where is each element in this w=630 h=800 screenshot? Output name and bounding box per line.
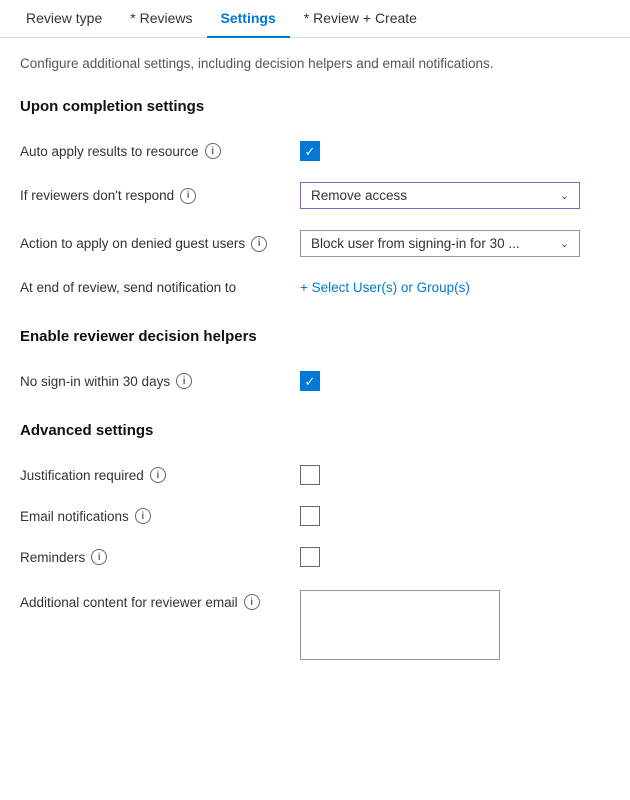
- email-notifications-label: Email notifications i: [20, 508, 300, 524]
- if-reviewers-info-icon[interactable]: i: [180, 188, 196, 204]
- email-notifications-control: [300, 506, 610, 526]
- select-users-link[interactable]: + Select User(s) or Group(s): [300, 280, 470, 295]
- auto-apply-control: ✓: [300, 141, 610, 161]
- justification-row: Justification required i: [20, 455, 610, 496]
- tab-reviews[interactable]: * Reviews: [116, 0, 206, 38]
- no-signin-info-icon[interactable]: i: [176, 373, 192, 389]
- additional-content-info-icon[interactable]: i: [244, 594, 260, 610]
- justification-checkbox[interactable]: [300, 465, 320, 485]
- if-reviewers-dropdown-value: Remove access: [311, 188, 407, 203]
- auto-apply-checkbox[interactable]: ✓: [300, 141, 320, 161]
- justification-control: [300, 465, 610, 485]
- tab-settings[interactable]: Settings: [207, 0, 290, 38]
- completion-section: Upon completion settings Auto apply resu…: [20, 98, 610, 308]
- action-denied-dropdown-arrow: ⌄: [560, 237, 569, 250]
- tab-navigation: Review type * Reviews Settings * Review …: [0, 0, 630, 38]
- reminders-label: Reminders i: [20, 549, 300, 565]
- action-denied-info-icon[interactable]: i: [251, 236, 267, 252]
- page-description: Configure additional settings, including…: [20, 54, 610, 74]
- action-denied-control: Block user from signing-in for 30 ... ⌄: [300, 230, 610, 257]
- no-signin-checkbox[interactable]: ✓: [300, 371, 320, 391]
- if-reviewers-dropdown-arrow: ⌄: [560, 189, 569, 202]
- if-reviewers-row: If reviewers don't respond i Remove acce…: [20, 172, 610, 220]
- auto-apply-label: Auto apply results to resource i: [20, 143, 300, 159]
- helpers-section-title: Enable reviewer decision helpers: [20, 328, 610, 345]
- if-reviewers-control: Remove access ⌄: [300, 182, 610, 209]
- auto-apply-row: Auto apply results to resource i ✓: [20, 131, 610, 172]
- if-reviewers-dropdown[interactable]: Remove access ⌄: [300, 182, 580, 209]
- additional-content-row: Additional content for reviewer email i: [20, 578, 610, 671]
- reminders-row: Reminders i: [20, 537, 610, 578]
- action-denied-label: Action to apply on denied guest users i: [20, 236, 300, 252]
- justification-info-icon[interactable]: i: [150, 467, 166, 483]
- additional-content-textarea[interactable]: [300, 590, 500, 660]
- reminders-checkbox[interactable]: [300, 547, 320, 567]
- send-notification-control: + Select User(s) or Group(s): [300, 280, 610, 295]
- helpers-section: Enable reviewer decision helpers No sign…: [20, 328, 610, 402]
- additional-content-label: Additional content for reviewer email i: [20, 590, 300, 610]
- reminders-control: [300, 547, 610, 567]
- action-denied-row: Action to apply on denied guest users i …: [20, 220, 610, 268]
- email-notifications-info-icon[interactable]: i: [135, 508, 151, 524]
- advanced-section: Advanced settings Justification required…: [20, 422, 610, 671]
- no-signin-check-mark: ✓: [305, 375, 316, 388]
- page-content: Configure additional settings, including…: [0, 38, 630, 687]
- no-signin-control: ✓: [300, 371, 610, 391]
- email-notifications-checkbox[interactable]: [300, 506, 320, 526]
- completion-section-title: Upon completion settings: [20, 98, 610, 115]
- action-denied-dropdown[interactable]: Block user from signing-in for 30 ... ⌄: [300, 230, 580, 257]
- tab-review-create[interactable]: * Review + Create: [290, 0, 431, 38]
- advanced-section-title: Advanced settings: [20, 422, 610, 439]
- tab-review-type[interactable]: Review type: [12, 0, 116, 38]
- check-mark: ✓: [305, 145, 316, 158]
- email-notifications-row: Email notifications i: [20, 496, 610, 537]
- if-reviewers-label: If reviewers don't respond i: [20, 188, 300, 204]
- auto-apply-info-icon[interactable]: i: [205, 143, 221, 159]
- additional-content-control: [300, 590, 610, 660]
- justification-label: Justification required i: [20, 467, 300, 483]
- send-notification-label: At end of review, send notification to: [20, 280, 300, 295]
- action-denied-dropdown-value: Block user from signing-in for 30 ...: [311, 236, 520, 251]
- no-signin-row: No sign-in within 30 days i ✓: [20, 361, 610, 402]
- no-signin-label: No sign-in within 30 days i: [20, 373, 300, 389]
- send-notification-row: At end of review, send notification to +…: [20, 268, 610, 308]
- reminders-info-icon[interactable]: i: [91, 549, 107, 565]
